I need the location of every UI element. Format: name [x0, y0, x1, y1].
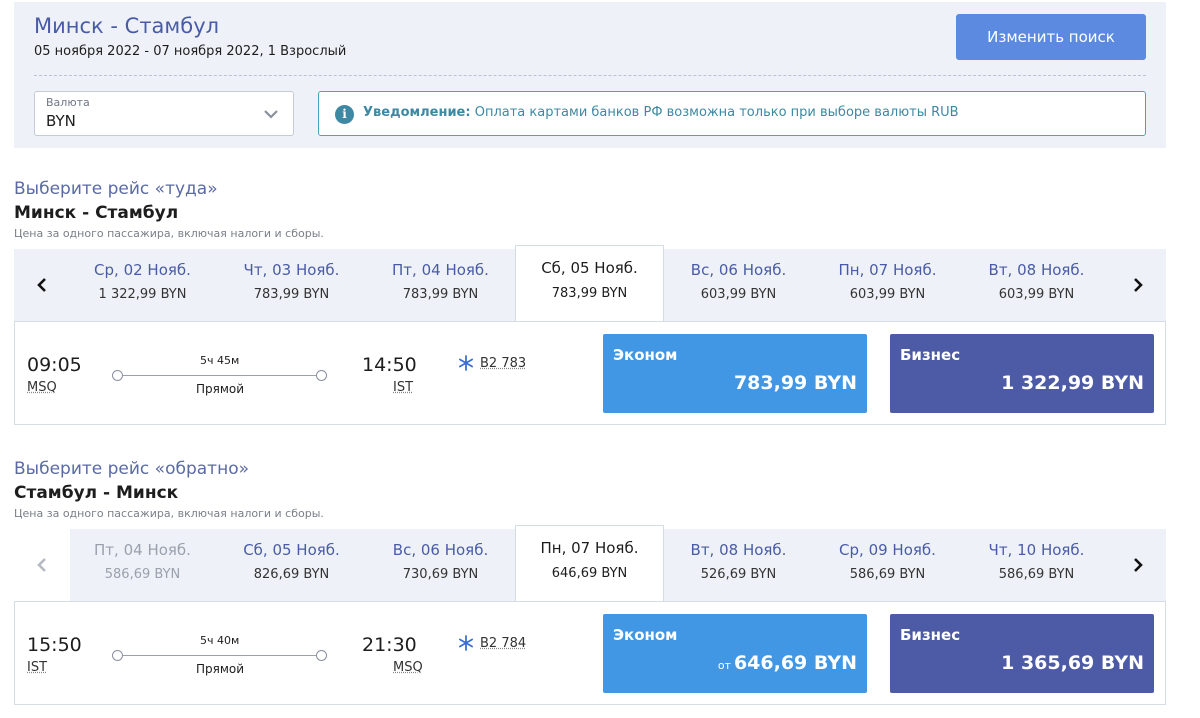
search-details: 05 ноября 2022 - 07 ноября 2022, 1 Взрос…: [34, 44, 347, 59]
route-line: [115, 655, 327, 656]
flight-card: 09:05 MSQ 5ч 45м Прямой 14:50 IST B2 783…: [14, 321, 1166, 425]
flight-card: 15:50 IST 5ч 40м Прямой 21:30 MSQ B2 784…: [14, 601, 1166, 705]
date-option-selected[interactable]: Пн, 07 Нояб. 646,69 BYN: [515, 525, 664, 602]
date-option[interactable]: Вт, 08 Нояб. 603,99 BYN: [962, 249, 1111, 321]
outbound-heading: Выберите рейс «туда»: [14, 179, 218, 199]
price-note: Цена за одного пассажира, включая налоги…: [14, 507, 324, 520]
departure-airport[interactable]: MSQ: [27, 380, 57, 395]
currency-value: BYN: [46, 112, 76, 130]
page-title: Минск - Стамбул: [34, 14, 220, 38]
change-search-button[interactable]: Изменить поиск: [956, 14, 1146, 60]
date-option[interactable]: Пт, 04 Нояб. 783,99 BYN: [366, 249, 515, 321]
date-option[interactable]: Ср, 02 Нояб. 1 322,99 BYN: [68, 249, 217, 321]
prev-dates-button[interactable]: [14, 529, 70, 601]
route-dot: [112, 650, 123, 661]
flight-number[interactable]: B2 783: [480, 356, 526, 371]
notice-banner: i Уведомление: Оплата картами банков РФ …: [318, 91, 1146, 136]
chevron-right-icon: [1134, 278, 1143, 292]
economy-fare-button[interactable]: Эконом от 646,69 BYN: [603, 614, 867, 693]
arrival-airport[interactable]: MSQ: [393, 660, 423, 675]
departure-time: 09:05: [27, 354, 82, 376]
inbound-heading: Выберите рейс «обратно»: [14, 459, 249, 479]
notice-text: Уведомление: Оплата картами банков РФ во…: [363, 105, 959, 120]
date-option[interactable]: Чт, 10 Нояб. 586,69 BYN: [962, 529, 1111, 601]
airline-logo-icon: [458, 635, 474, 651]
currency-label: Валюта: [46, 96, 90, 109]
prev-dates-button[interactable]: [14, 249, 70, 321]
arrival-time: 21:30: [362, 634, 417, 656]
outbound-section: Выберите рейс «туда» Минск - Стамбул Цен…: [14, 179, 1166, 425]
business-fare-button[interactable]: Бизнес 1 322,99 BYN: [890, 334, 1154, 413]
price-note: Цена за одного пассажира, включая налоги…: [14, 227, 324, 240]
date-option[interactable]: Ср, 09 Нояб. 586,69 BYN: [813, 529, 962, 601]
date-carousel: Ср, 02 Нояб. 1 322,99 BYN Чт, 03 Нояб. 783…: [14, 245, 1166, 322]
date-carousel: Пт, 04 Нояб. 586,69 BYN Сб, 05 Нояб. 826,6…: [14, 525, 1166, 602]
departure-airport[interactable]: IST: [27, 660, 47, 675]
chevron-left-icon: [37, 558, 46, 572]
chevron-down-icon: [264, 110, 278, 119]
route-dot: [112, 370, 123, 381]
date-option[interactable]: Вс, 06 Нояб. 730,69 BYN: [366, 529, 515, 601]
economy-fare-button[interactable]: Эконом 783,99 BYN: [603, 334, 867, 413]
search-summary-panel: Минск - Стамбул 05 ноября 2022 - 07 нояб…: [14, 2, 1166, 148]
flight-duration: 5ч 45м: [200, 354, 240, 367]
date-option[interactable]: Вс, 06 Нояб. 603,99 BYN: [664, 249, 813, 321]
currency-select[interactable]: Валюта BYN: [34, 91, 294, 136]
chevron-left-icon: [37, 278, 46, 292]
flight-number[interactable]: B2 784: [480, 636, 526, 651]
date-option[interactable]: Сб, 05 Нояб. 826,69 BYN: [217, 529, 366, 601]
date-option[interactable]: Пн, 07 Нояб. 603,99 BYN: [813, 249, 962, 321]
departure-time: 15:50: [27, 634, 82, 656]
outbound-route: Минск - Стамбул: [14, 203, 179, 223]
arrival-time: 14:50: [362, 354, 417, 376]
date-option-disabled: Пт, 04 Нояб. 586,69 BYN: [94, 541, 191, 582]
business-fare-button[interactable]: Бизнес 1 365,69 BYN: [890, 614, 1154, 693]
inbound-section: Выберите рейс «обратно» Стамбул - Минск …: [14, 459, 1166, 705]
flight-duration: 5ч 40м: [200, 634, 240, 647]
airline-logo-icon: [458, 355, 474, 371]
date-option[interactable]: Вт, 08 Нояб. 526,69 BYN: [664, 529, 813, 601]
inbound-route: Стамбул - Минск: [14, 483, 179, 503]
route-line: [115, 375, 327, 376]
divider: [34, 75, 1146, 76]
next-dates-button[interactable]: [1110, 529, 1166, 601]
info-icon: i: [335, 105, 354, 124]
chevron-right-icon: [1134, 558, 1143, 572]
route-dot: [316, 650, 327, 661]
arrival-airport[interactable]: IST: [393, 380, 413, 395]
next-dates-button[interactable]: [1110, 249, 1166, 321]
stops-info: Прямой: [196, 382, 245, 396]
route-dot: [316, 370, 327, 381]
date-option-selected[interactable]: Сб, 05 Нояб. 783,99 BYN: [515, 245, 664, 322]
stops-info: Прямой: [196, 662, 245, 676]
date-option[interactable]: Чт, 03 Нояб. 783,99 BYN: [217, 249, 366, 321]
